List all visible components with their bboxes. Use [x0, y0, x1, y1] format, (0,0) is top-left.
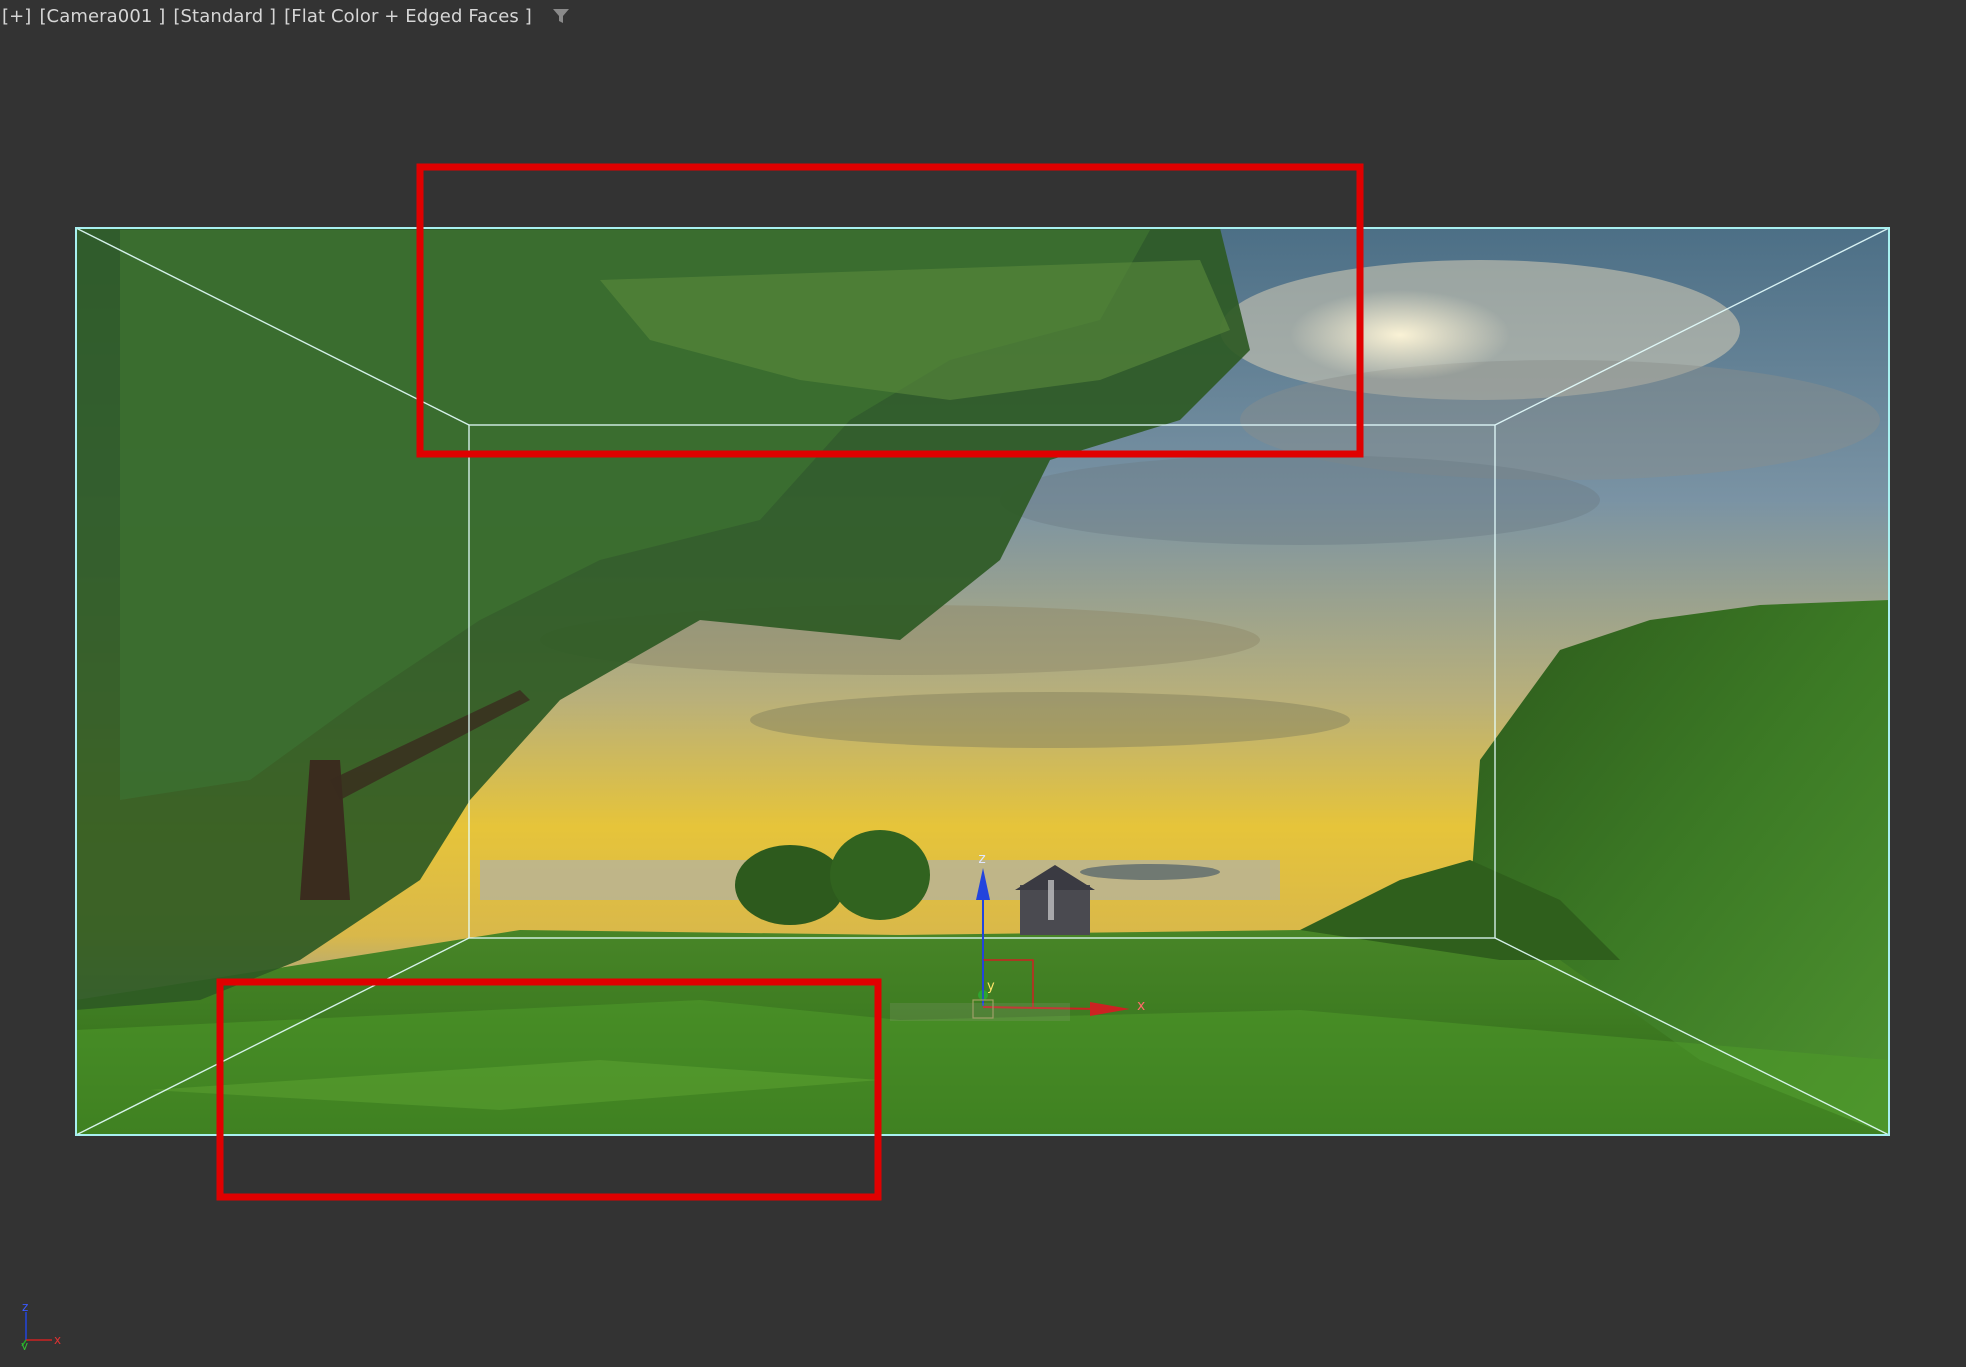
viewport-label-bar: [+] [Camera001 ] [Standard ] [Flat Color… [2, 4, 570, 28]
world-axis-x-label: x [54, 1333, 61, 1347]
camera-selector[interactable]: [Camera001 ] [39, 6, 165, 27]
world-axis-z-label: z [22, 1300, 28, 1314]
gizmo-x-label: x [1137, 998, 1145, 1014]
gizmo-z-label: z [978, 851, 985, 867]
shading-standard-menu[interactable]: [Standard ] [173, 6, 276, 27]
world-axis-tripod: z x y [21, 1300, 61, 1350]
shading-mode-menu[interactable]: [Flat Color + Edged Faces ] [284, 6, 532, 27]
gizmo-y-label: y [987, 979, 995, 994]
funnel-icon[interactable] [552, 7, 570, 25]
world-axis-y-label: y [21, 1339, 28, 1350]
camera-viewport-scene[interactable]: z x y [0, 0, 1966, 1367]
viewport-3d[interactable]: z x y [+] [Camera001 ] [Standard ] [Flat… [0, 0, 1966, 1367]
viewport-menu-button[interactable]: [+] [2, 6, 31, 27]
